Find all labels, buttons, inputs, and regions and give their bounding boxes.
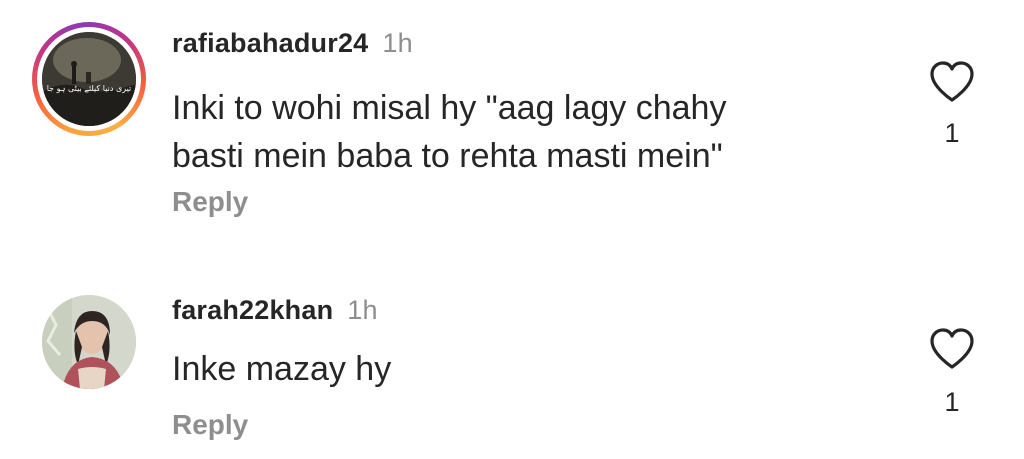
username-link[interactable]: rafiabahadur24 xyxy=(172,28,368,58)
comment-item: تیری دنیا کیلئے بیٹی ہو جا rafiabahadur2… xyxy=(0,0,1024,240)
comment-header: rafiabahadur24 1h xyxy=(172,28,413,59)
comment-time: 1h xyxy=(382,28,413,58)
like-button[interactable] xyxy=(928,327,976,371)
like-count[interactable]: 1 xyxy=(930,387,974,418)
avatar-caption: تیری دنیا کیلئے بیٹی ہو جا xyxy=(46,84,132,93)
comment-header: farah22khan 1h xyxy=(172,295,378,326)
username-link[interactable]: farah22khan xyxy=(172,295,333,325)
comment-item: farah22khan 1h Inke mazay hy Reply 1 xyxy=(0,275,1024,459)
avatar[interactable]: تیری دنیا کیلئے بیٹی ہو جا xyxy=(32,22,146,136)
reply-button[interactable]: Reply xyxy=(172,409,248,441)
reply-button[interactable]: Reply xyxy=(172,186,248,218)
comment-text-line: Inki to wohi misal hy "aag lagy chahy xyxy=(172,89,727,127)
avatar-photo: تیری دنیا کیلئے بیٹی ہو جا xyxy=(42,32,136,126)
avatar[interactable] xyxy=(42,295,136,389)
like-count[interactable]: 1 xyxy=(930,118,974,149)
comment-text: Inke mazay hy xyxy=(172,345,892,393)
heart-outline-icon xyxy=(930,61,974,102)
comment-text-line: basti mein baba to rehta masti mein" xyxy=(172,137,723,175)
avatar-image xyxy=(42,32,136,126)
like-button[interactable] xyxy=(928,60,976,104)
comment-text-line: Inke mazay hy xyxy=(172,350,392,388)
heart-outline-icon xyxy=(930,328,974,369)
avatar-image xyxy=(42,295,136,389)
comment-text: Inki to wohi misal hy "aag lagy chahy ba… xyxy=(172,84,892,180)
comment-time: 1h xyxy=(347,295,378,325)
